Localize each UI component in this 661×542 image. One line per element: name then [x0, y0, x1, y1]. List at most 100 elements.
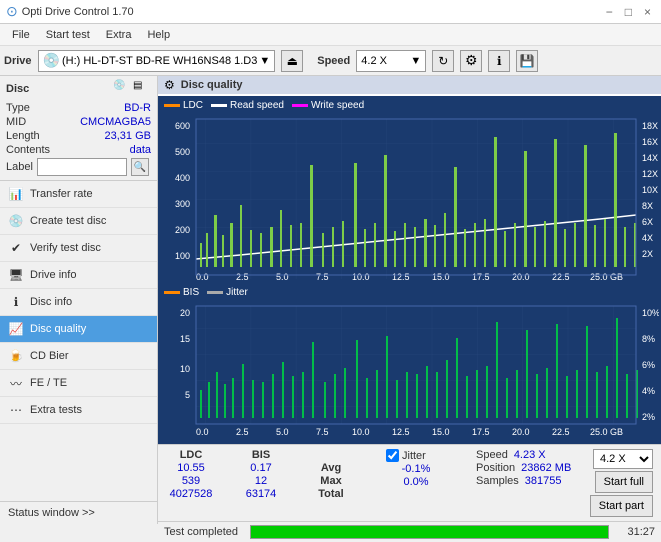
disc-icon1[interactable]: 💿 [113, 80, 131, 98]
bis-header: BIS [236, 449, 286, 461]
title-bar: ⊙ Opti Drive Control 1.70 − □ × [0, 0, 661, 24]
disc-icon2[interactable]: ▤ [133, 80, 151, 98]
sidebar-item-transfer-rate[interactable]: 📊 Transfer rate [0, 181, 157, 208]
menu-start-test[interactable]: Start test [38, 27, 98, 43]
read-speed-color [211, 104, 227, 107]
svg-text:12X: 12X [642, 169, 658, 179]
svg-text:600: 600 [175, 121, 190, 131]
speed-selector[interactable]: 4.2 X ▼ [356, 50, 426, 72]
sidebar-item-cd-bier[interactable]: 🍺 CD Bier [0, 343, 157, 370]
stats-right: 4.2 X Start full Start part [590, 449, 653, 517]
menu-help[interactable]: Help [139, 27, 178, 43]
sidebar-item-disc-quality[interactable]: 📈 Disc quality [0, 316, 157, 343]
speed-label: Speed [317, 55, 350, 67]
lower-chart: 20 15 10 5 10% 8% 6% 4% 2% 0.0 2.5 5.0 7… [160, 302, 659, 442]
refresh-button[interactable]: ↻ [432, 50, 454, 72]
save-button[interactable]: 💾 [516, 50, 538, 72]
row-labels: x Avg Max Total [306, 449, 356, 500]
start-full-button[interactable]: Start full [595, 471, 653, 493]
bis-avg: 0.17 [236, 462, 286, 474]
close-button[interactable]: × [640, 5, 655, 19]
svg-text:5.0: 5.0 [276, 427, 289, 437]
ldc-stats: LDC 10.55 539 4027528 [166, 449, 216, 500]
avg-label: Avg [306, 462, 356, 474]
svg-text:20.0: 20.0 [512, 427, 530, 437]
drive-label: Drive [4, 55, 32, 67]
jitter-checkbox-row[interactable]: Jitter [386, 449, 446, 462]
chevron-down-icon: ▼ [259, 55, 270, 67]
jitter-stats: Jitter -0.1% 0.0% [386, 449, 446, 500]
svg-text:15.0: 15.0 [432, 427, 450, 437]
svg-text:4X: 4X [642, 233, 653, 243]
status-window-label: Status window >> [8, 507, 95, 519]
ldc-avg: 10.55 [166, 462, 216, 474]
label-input[interactable] [37, 158, 127, 176]
content-area: ⚙ Disc quality LDC Read speed Write spee… [158, 76, 661, 524]
fe-te-icon: 〰 [8, 375, 24, 391]
menu-file[interactable]: File [4, 27, 38, 43]
disc-quality-icon: 📈 [8, 321, 24, 337]
svg-text:200: 200 [175, 225, 190, 235]
svg-text:2.5: 2.5 [236, 272, 249, 282]
drive-selector[interactable]: 💿 (H:) HL-DT-ST BD-RE WH16NS48 1.D3 ▼ [38, 50, 276, 72]
ldc-color [164, 104, 180, 107]
progress-bar-fill [251, 526, 608, 538]
mid-value: CMCMAGBA5 [80, 116, 151, 128]
label-search-button[interactable]: 🔍 [131, 158, 149, 176]
svg-text:12.5: 12.5 [392, 427, 410, 437]
minimize-button[interactable]: − [602, 5, 617, 19]
svg-text:15: 15 [180, 334, 190, 344]
svg-text:2.5: 2.5 [236, 427, 249, 437]
max-label: Max [306, 475, 356, 487]
sidebar-item-create-test-disc[interactable]: 💿 Create test disc [0, 208, 157, 235]
jitter-max: 0.0% [386, 476, 446, 488]
start-part-button[interactable]: Start part [590, 495, 653, 517]
sidebar-item-verify-test-disc[interactable]: ✔ Verify test disc [0, 235, 157, 262]
speed-stat-value: 4.23 X [514, 449, 546, 461]
settings-button[interactable]: ⚙ [460, 50, 482, 72]
svg-text:20: 20 [180, 308, 190, 318]
jitter-checkbox[interactable] [386, 449, 399, 462]
info-button[interactable]: ℹ [488, 50, 510, 72]
speed-dropdown[interactable]: 4.2 X [593, 449, 653, 469]
drive-value: (H:) HL-DT-ST BD-RE WH16NS48 1.D3 [62, 55, 257, 67]
svg-text:0.0: 0.0 [196, 427, 209, 437]
speed-stat-label: Speed [476, 449, 508, 461]
menu-extra[interactable]: Extra [98, 27, 140, 43]
extra-tests-icon: ⋯ [8, 402, 24, 418]
ldc-header: LDC [166, 449, 216, 461]
eject-button[interactable]: ⏏ [281, 50, 303, 72]
status-window-button[interactable]: Status window >> [0, 501, 157, 524]
samples-label: Samples [476, 475, 519, 487]
sidebar-item-disc-info[interactable]: ℹ Disc info [0, 289, 157, 316]
svg-text:16X: 16X [642, 137, 658, 147]
lower-chart-legend: BIS Jitter [160, 285, 659, 300]
legend-read-speed: Read speed [211, 100, 284, 111]
speed-position-group: Speed 4.23 X Position 23862 MB Samples 3… [476, 449, 571, 500]
bis-total: 63174 [236, 488, 286, 500]
svg-text:0.0: 0.0 [196, 272, 209, 282]
window-controls[interactable]: − □ × [602, 5, 655, 19]
speed-value: 4.2 X [361, 55, 387, 67]
svg-text:8%: 8% [642, 334, 655, 344]
sidebar-item-fe-te[interactable]: 〰 FE / TE [0, 370, 157, 397]
legend-ldc: LDC [164, 100, 203, 111]
position-row: Position 23862 MB [476, 462, 571, 474]
sidebar-label-drive-info: Drive info [30, 269, 76, 281]
progress-bar-container: Test completed 31:27 [158, 521, 661, 542]
sidebar-label-verify-test-disc: Verify test disc [30, 242, 101, 254]
sidebar-item-drive-info[interactable]: 🖥 Drive info [0, 262, 157, 289]
cd-bier-icon: 🍺 [8, 348, 24, 364]
position-value: 23862 MB [521, 462, 571, 474]
maximize-button[interactable]: □ [621, 5, 636, 19]
stats-row: LDC 10.55 539 4027528 BIS 0.17 12 63174 [162, 447, 657, 519]
quality-gear-icon: ⚙ [164, 78, 175, 92]
svg-text:2X: 2X [642, 249, 653, 259]
jitter-header: Jitter [402, 450, 426, 462]
svg-text:8X: 8X [642, 201, 653, 211]
ldc-max: 539 [166, 475, 216, 487]
upper-chart-legend: LDC Read speed Write speed [160, 98, 659, 113]
sidebar-item-extra-tests[interactable]: ⋯ Extra tests [0, 397, 157, 424]
charts-container: LDC Read speed Write speed [158, 96, 661, 444]
progress-bar-background [250, 525, 609, 539]
